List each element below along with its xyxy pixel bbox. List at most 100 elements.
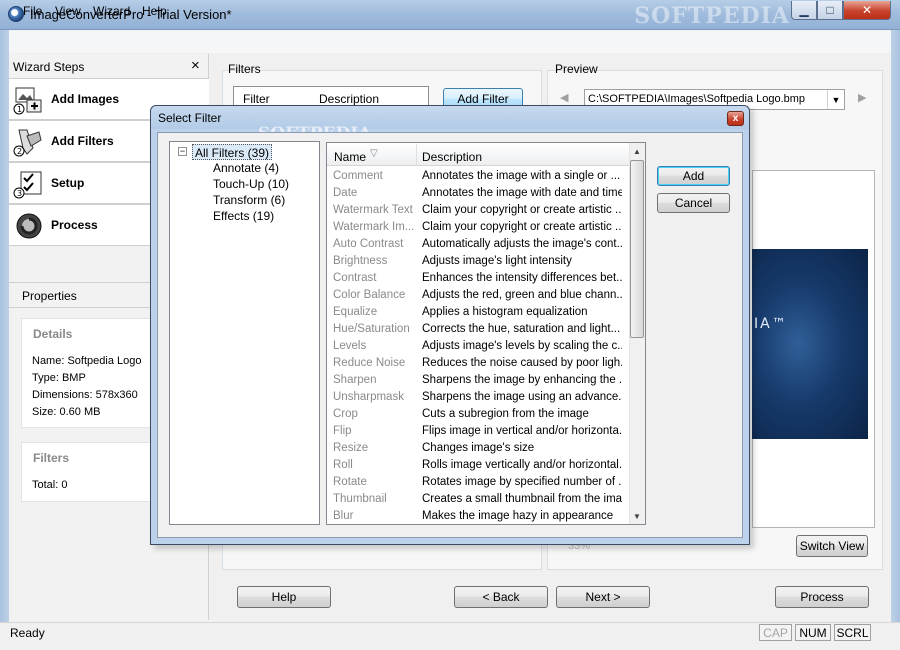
filter-name: Color Balance [333, 289, 406, 301]
list-item[interactable]: Blur Makes the image hazy in appearance [327, 509, 629, 526]
setup-icon: 3 [13, 171, 42, 199]
sort-icon: ▽ [370, 148, 378, 159]
back-button[interactable]: < Back [454, 586, 548, 608]
list-item[interactable]: Sharpen Sharpens the image by enhancing t… [327, 373, 629, 390]
svg-text:1: 1 [17, 105, 22, 114]
filter-name: Unsharpmask [333, 391, 404, 403]
preview-title: Preview [555, 62, 598, 76]
add-filters-icon: 2 [13, 129, 42, 157]
filter-description: Automatically adjusts the image's cont..… [422, 238, 622, 250]
list-item[interactable]: Watermark Text Claim your copyright or cr… [327, 203, 629, 220]
list-item[interactable]: Brightness Adjusts image's light intensit… [327, 254, 629, 271]
filter-description: Enhances the intensity differences bet..… [422, 272, 622, 284]
filter-name: Reduce Noise [333, 357, 406, 369]
softpedia-watermark: SOFTPEDIA [634, 3, 790, 29]
tree-item-annotate[interactable]: Annotate (4) [213, 161, 279, 175]
col-description-header[interactable]: Description [319, 92, 379, 106]
chevron-down-icon[interactable]: ▼ [827, 90, 844, 109]
num-lock-indicator: NUM [795, 624, 831, 641]
detail-name: Name: Softpedia Logo [32, 355, 142, 367]
dialog-close-button[interactable]: x [727, 111, 744, 126]
minimize-button[interactable]: ▁ [791, 1, 817, 20]
tree-item-touch-up[interactable]: Touch-Up (10) [213, 177, 289, 191]
list-item[interactable]: Rotate Rotates image by specified number … [327, 475, 629, 492]
filter-name: Date [333, 187, 358, 199]
filter-name: Equalize [333, 306, 378, 318]
switch-view-button[interactable]: Switch View [796, 535, 868, 557]
app-icon[interactable] [8, 6, 24, 22]
maximize-button[interactable]: □ [817, 1, 843, 20]
description-column-header[interactable]: Description [422, 150, 482, 164]
filters-panel-title: Filters [228, 62, 261, 76]
close-button[interactable]: ✕ [843, 1, 891, 20]
list-item[interactable]: Crop Cuts a subregion from the image [327, 407, 629, 424]
filter-name: Levels [333, 340, 367, 352]
tree-item-all-filters[interactable]: All Filters (39) [192, 144, 273, 160]
list-item[interactable]: Color Balance Adjusts the red, green and … [327, 288, 629, 305]
scroll-lock-indicator: SCRL [834, 624, 871, 641]
filter-description: Changes image's size [422, 442, 535, 454]
preview-image [752, 249, 868, 439]
previous-image-icon[interactable]: ◀ [560, 91, 568, 104]
details-title: Details [33, 327, 73, 341]
scroll-up-icon[interactable]: ▲ [629, 143, 645, 159]
filter-description: Claim your copyright or create artistic … [422, 221, 622, 233]
cancel-button[interactable]: Cancel [657, 193, 730, 213]
scroll-down-icon[interactable]: ▼ [629, 508, 645, 524]
column-separator[interactable] [416, 144, 417, 166]
filter-description: Flips image in vertical and/or horizonta… [422, 425, 622, 437]
next-image-icon[interactable]: ▶ [858, 91, 866, 104]
col-filter-header[interactable]: Filter [243, 92, 270, 106]
filter-name: Thumbnail [333, 493, 387, 505]
list-item[interactable]: Comment Annotates the image with a single… [327, 169, 629, 186]
filter-name: Sharpen [333, 374, 377, 386]
name-column-header[interactable]: Name [334, 150, 366, 164]
filter-description: Sharpens the image by enhancing the ... [422, 374, 622, 386]
detail-dimensions: Dimensions: 578x360 [32, 389, 138, 401]
filters-total: Total: 0 [32, 479, 68, 491]
wizard-close-icon[interactable]: × [191, 57, 200, 74]
list-item[interactable]: Flip Flips image in vertical and/or horiz… [327, 424, 629, 441]
step-label: Add Images [51, 92, 120, 106]
list-item[interactable]: Equalize Applies a histogram equalization [327, 305, 629, 322]
list-item[interactable]: Date Annotates the image with date and ti… [327, 186, 629, 203]
process-button[interactable]: Process [775, 586, 869, 608]
add-images-icon: 1 [13, 87, 42, 115]
menu-file[interactable]: File [23, 4, 42, 18]
list-item[interactable]: Resize Changes image's size [327, 441, 629, 458]
filter-name: Brightness [333, 255, 388, 267]
filter-description: Applies a histogram equalization [422, 306, 588, 318]
filter-name: Contrast [333, 272, 377, 284]
tree-item-transform[interactable]: Transform (6) [213, 193, 285, 207]
list-item[interactable]: Hue/Saturation Corrects the hue, saturati… [327, 322, 629, 339]
list-item[interactable]: Thumbnail Creates a small thumbnail from … [327, 492, 629, 509]
filter-description: Rotates image by specified number of ... [422, 476, 622, 488]
filter-description: Annotates the image with a single or ... [422, 170, 621, 182]
list-item[interactable]: Reduce Noise Reduces the noise caused by … [327, 356, 629, 373]
filter-description: Annotates the image with date and time [422, 187, 622, 199]
add-button[interactable]: Add [657, 166, 730, 186]
list-item[interactable]: Roll Rolls image vertically and/or horizo… [327, 458, 629, 475]
filter-description: Cuts a subregion from the image [422, 408, 589, 420]
scrollbar-thumb[interactable] [630, 160, 644, 338]
dialog-title-bar[interactable] [151, 106, 749, 129]
list-item[interactable]: Watermark Im... Claim your copyright or c… [327, 220, 629, 237]
caps-lock-indicator: CAP [759, 624, 792, 641]
filter-description: Rolls image vertically and/or horizontal… [422, 459, 622, 471]
menu-view[interactable]: View [55, 4, 81, 18]
list-item[interactable]: Contrast Enhances the intensity differenc… [327, 271, 629, 288]
status-text: Ready [10, 626, 45, 640]
tree-item-effects[interactable]: Effects (19) [213, 209, 274, 223]
menu-wizard[interactable]: Wizard [93, 4, 130, 18]
next-button[interactable]: Next > [556, 586, 650, 608]
filter-description: Makes the image hazy in appearance [422, 510, 614, 522]
collapse-icon[interactable]: − [178, 147, 187, 156]
list-item[interactable]: Levels Adjusts image's levels by scaling … [327, 339, 629, 356]
list-item[interactable]: Auto Contrast Automatically adjusts the i… [327, 237, 629, 254]
wizard-steps-title: Wizard Steps [13, 60, 85, 74]
menu-help[interactable]: Help [142, 4, 167, 18]
image-path-value: C:\SOFTPEDIA\Images\Softpedia Logo.bmp [588, 93, 806, 105]
list-item[interactable]: Unsharpmask Sharpens the image using an a… [327, 390, 629, 407]
filters-group-title: Filters [33, 451, 70, 465]
help-button[interactable]: Help [237, 586, 331, 608]
